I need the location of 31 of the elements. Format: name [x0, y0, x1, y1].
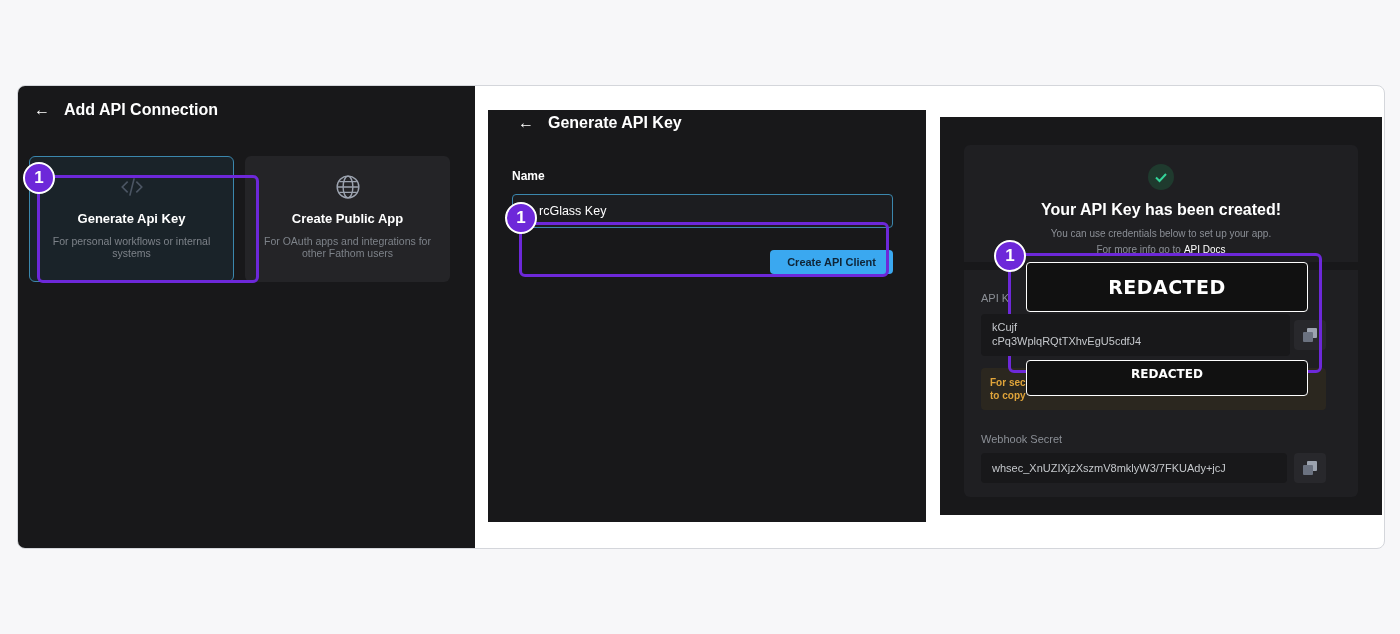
copy-icon	[1303, 461, 1317, 475]
check-icon	[1148, 164, 1174, 190]
redaction-box: REDACTED	[1026, 360, 1308, 396]
step-badge: 1	[23, 162, 55, 194]
panel-title: Generate API Key	[548, 113, 682, 133]
copy-button[interactable]	[1294, 453, 1326, 483]
docs-link[interactable]: API Docs	[1183, 242, 1226, 257]
back-arrow[interactable]: ←	[34, 98, 50, 122]
create-client-button[interactable]: Create API Client	[770, 250, 893, 274]
back-arrow[interactable]: ←	[518, 111, 534, 135]
webhook-field[interactable]: whsec_XnUZIXjzXszmV8mklyW3/7FKUAdy+jcJ	[981, 453, 1287, 483]
option-description: For personal workflows or internal systems	[51, 234, 212, 259]
step-badge: 1	[505, 202, 537, 234]
field-label: Webhook Secret	[981, 431, 1064, 447]
field-label: Name	[512, 168, 546, 185]
copy-icon	[1303, 327, 1317, 342]
redaction-box: REDACTED	[1026, 262, 1308, 312]
option-title: Generate Api Key	[77, 210, 186, 228]
copy-button[interactable]	[1294, 319, 1326, 350]
panel-title: Add API Connection	[64, 100, 219, 120]
key-line: cPq3WplqRQtTXhvEgU5cdfJ4	[992, 333, 1143, 348]
api-key-field[interactable]: kCujf cPq3WplqRQtTXhvEgU5cdfJ4	[981, 313, 1290, 356]
success-title: Your API Key has been created!	[1040, 200, 1282, 220]
option-title: Create Public App	[291, 210, 404, 228]
key-line: kCujf	[992, 319, 1019, 334]
warning-text: to copy	[990, 388, 1027, 402]
success-subtitle: You can use credentials below to set up your app.	[1050, 227, 1272, 241]
option-card[interactable]: Create Public App For OAuth apps and integrations for other Fathom users	[245, 156, 450, 282]
globe-icon	[334, 174, 361, 200]
option-description: For OAuth apps and integrations for other Fathom users	[263, 234, 432, 259]
warning-text: For sec	[990, 375, 1027, 389]
